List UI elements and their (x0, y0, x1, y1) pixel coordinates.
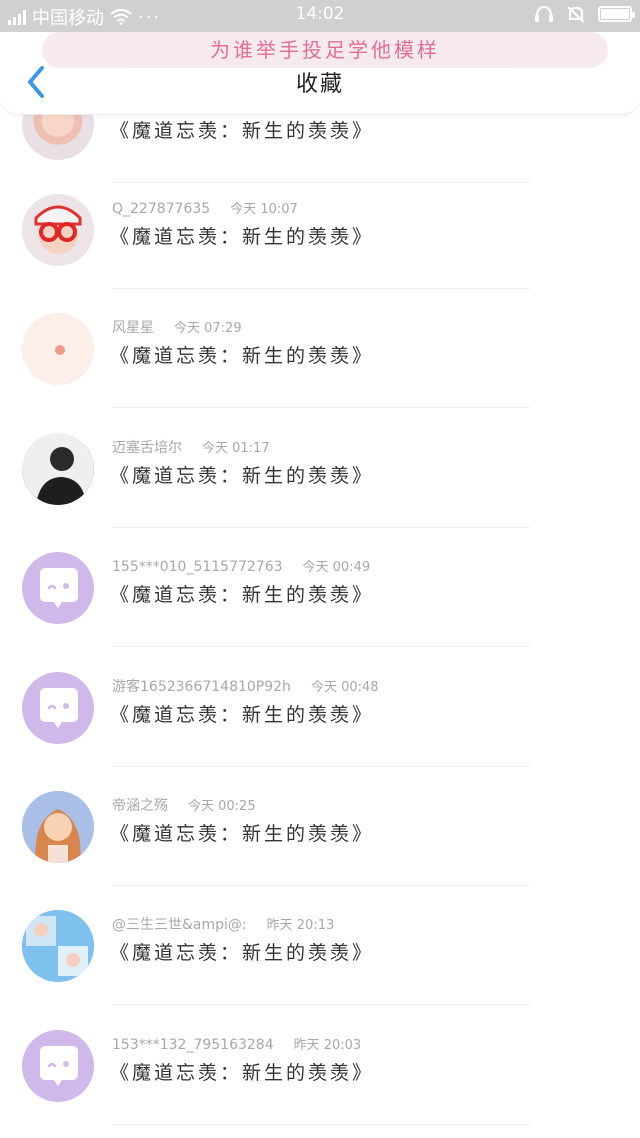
list-item[interactable]: 风星星 今天 07:29 《魔道忘羡：新生的羡羡》 (0, 289, 640, 408)
message-text: 《魔道忘羡：新生的羡羡》 (110, 584, 375, 606)
user-name[interactable]: @三生三世&ampi@: (112, 917, 247, 933)
message-text: 《魔道忘羡：新生的羡羡》 (110, 1062, 375, 1084)
avatar[interactable] (22, 1030, 94, 1102)
girl-portrait-icon (22, 791, 94, 863)
list-item[interactable]: 游客1652366714810P92h 今天 00:48 《魔道忘羡：新生的羡羡》 (0, 648, 640, 767)
item-meta: 帝涵之殇 今天 00:25 (112, 795, 256, 815)
list-item[interactable]: 帝涵之殇 今天 00:25 《魔道忘羡：新生的羡羡》 (0, 767, 640, 886)
item-meta: 迈塞舌培尔 今天 01:17 (112, 437, 270, 457)
headset-icon (535, 5, 553, 22)
chat-bubble-avatar-icon (40, 1046, 78, 1086)
list-item[interactable]: 迈塞舌培尔 今天 01:17 《魔道忘羡：新生的羡羡》 (0, 409, 640, 528)
user-name[interactable]: 风星星 (112, 320, 154, 336)
user-name[interactable]: 迈塞舌培尔 (112, 440, 182, 456)
avatar[interactable] (22, 910, 94, 982)
user-name[interactable]: 153***132_795163284 (112, 1037, 274, 1053)
list-item[interactable]: Q_227877635 今天 10:07 《魔道忘羡：新生的羡羡》 (0, 170, 640, 289)
message-text: 《魔道忘羡：新生的羡羡》 (110, 226, 375, 248)
avatar[interactable] (22, 672, 94, 744)
chat-bubble-avatar-icon (40, 688, 78, 728)
item-meta: 153***132_795163284 昨天 20:03 (112, 1034, 361, 1053)
page-title: 收藏 (295, 72, 344, 97)
item-meta: 游客1652366714810P92h 今天 00:48 (112, 676, 379, 696)
banner-text: 为谁举手投足学他模样 (42, 32, 608, 68)
nav-header: 为谁举手投足学他模样 收藏 (0, 32, 640, 115)
user-name[interactable]: 155***010_5115772763 (112, 559, 283, 575)
avatar[interactable] (22, 552, 94, 624)
item-meta: 155***010_5115772763 今天 00:49 (112, 556, 370, 575)
avatar[interactable] (22, 194, 94, 266)
avatar[interactable] (22, 433, 94, 505)
chat-bubble-avatar-icon (40, 568, 78, 608)
timestamp: 今天 00:49 (302, 560, 371, 575)
item-meta: Q_227877635 今天 10:07 (112, 198, 298, 217)
timestamp: 昨天 20:03 (293, 1038, 362, 1053)
user-name[interactable]: 帝涵之殇 (112, 798, 168, 814)
list-item[interactable]: 153***132_795163284 昨天 20:03 《魔道忘羡：新生的羡羡》 (0, 1006, 640, 1125)
collage-photo-icon (22, 910, 94, 982)
user-name[interactable]: 游客1652366714810P92h (112, 679, 291, 695)
bell-off-icon (567, 6, 585, 23)
divider (112, 1124, 530, 1125)
user-name[interactable]: Q_227877635 (112, 201, 210, 217)
timestamp: 今天 00:48 (310, 680, 379, 695)
message-text: 《魔道忘羡：新生的羡羡》 (110, 942, 375, 964)
item-meta: 风星星 今天 07:29 (112, 317, 242, 337)
timestamp: 今天 00:25 (188, 799, 256, 814)
message-text: 《魔道忘羡：新生的羡羡》 (110, 465, 375, 487)
message-text: 《魔道忘羡：新生的羡羡》 (110, 345, 375, 367)
flower-icon (22, 313, 94, 385)
status-right (534, 5, 635, 23)
list-item[interactable]: @三生三世&ampi@: 昨天 20:13 《魔道忘羡：新生的羡羡》 (0, 886, 640, 1005)
red-glasses-icon (22, 194, 94, 266)
divider (112, 1004, 530, 1005)
timestamp: 今天 01:17 (202, 441, 270, 456)
list-item[interactable]: 155***010_5115772763 今天 00:49 《魔道忘羡：新生的羡羡… (0, 528, 640, 647)
divider (112, 646, 530, 647)
timestamp: 今天 07:29 (174, 321, 242, 336)
battery-icon (598, 6, 635, 22)
item-meta: @三生三世&ampi@: 昨天 20:13 (112, 914, 334, 934)
message-text: 《魔道忘羡：新生的羡羡》 (110, 120, 375, 142)
timestamp: 今天 10:07 (230, 202, 298, 217)
message-text: 《魔道忘羡：新生的羡羡》 (110, 704, 375, 726)
status-bar: 中国移动 ··· 14:02 (0, 0, 640, 32)
avatar[interactable] (22, 791, 94, 863)
timestamp: 昨天 20:13 (266, 918, 335, 933)
divider (112, 407, 530, 408)
person-silhouette-icon (22, 433, 94, 505)
message-text: 《魔道忘羡：新生的羡羡》 (110, 823, 375, 845)
avatar[interactable] (22, 313, 94, 385)
